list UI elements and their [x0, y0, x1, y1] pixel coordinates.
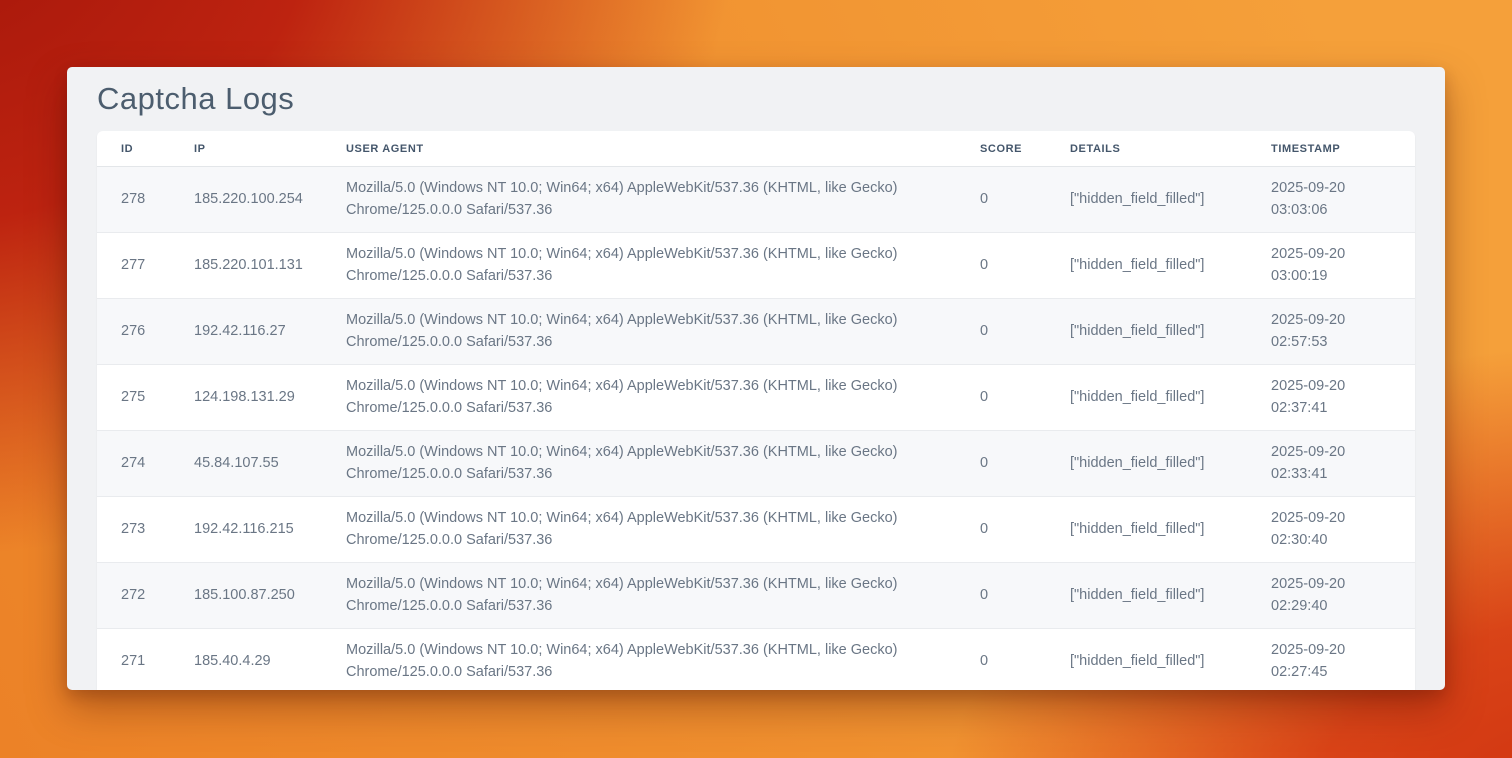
cell-timestamp: 2025-09-2003:03:06 — [1247, 167, 1415, 233]
cell-ip: 185.40.4.29 — [170, 629, 322, 691]
cell-timestamp: 2025-09-2003:00:19 — [1247, 233, 1415, 299]
cell-timestamp: 2025-09-2002:30:40 — [1247, 497, 1415, 563]
column-header-details: DETAILS — [1046, 131, 1247, 167]
cell-user-agent: Mozilla/5.0 (Windows NT 10.0; Win64; x64… — [322, 167, 956, 233]
table-row: 272185.100.87.250Mozilla/5.0 (Windows NT… — [97, 563, 1415, 629]
table-row: 273192.42.116.215Mozilla/5.0 (Windows NT… — [97, 497, 1415, 563]
cell-ip: 185.100.87.250 — [170, 563, 322, 629]
captcha-logs-card: Captcha Logs ID IP USER AGENT SCORE DETA… — [67, 67, 1445, 690]
cell-id: 273 — [97, 497, 170, 563]
table-row: 271185.40.4.29Mozilla/5.0 (Windows NT 10… — [97, 629, 1415, 691]
cell-id: 277 — [97, 233, 170, 299]
table-body: 278185.220.100.254Mozilla/5.0 (Windows N… — [97, 167, 1415, 691]
cell-score: 0 — [956, 563, 1046, 629]
cell-details: ["hidden_field_filled"] — [1046, 233, 1247, 299]
cell-score: 0 — [956, 365, 1046, 431]
cell-id: 271 — [97, 629, 170, 691]
cell-user-agent: Mozilla/5.0 (Windows NT 10.0; Win64; x64… — [322, 563, 956, 629]
cell-ip: 192.42.116.27 — [170, 299, 322, 365]
cell-details: ["hidden_field_filled"] — [1046, 365, 1247, 431]
cell-id: 278 — [97, 167, 170, 233]
page-title: Captcha Logs — [97, 83, 1415, 115]
column-header-timestamp: TIMESTAMP — [1247, 131, 1415, 167]
cell-score: 0 — [956, 629, 1046, 691]
cell-user-agent: Mozilla/5.0 (Windows NT 10.0; Win64; x64… — [322, 431, 956, 497]
cell-details: ["hidden_field_filled"] — [1046, 299, 1247, 365]
table-row: 275124.198.131.29Mozilla/5.0 (Windows NT… — [97, 365, 1415, 431]
cell-details: ["hidden_field_filled"] — [1046, 629, 1247, 691]
cell-user-agent: Mozilla/5.0 (Windows NT 10.0; Win64; x64… — [322, 629, 956, 691]
cell-details: ["hidden_field_filled"] — [1046, 167, 1247, 233]
cell-ip: 185.220.101.131 — [170, 233, 322, 299]
cell-score: 0 — [956, 497, 1046, 563]
captcha-logs-table: ID IP USER AGENT SCORE DETAILS TIMESTAMP… — [97, 131, 1415, 690]
column-header-user-agent: USER AGENT — [322, 131, 956, 167]
cell-timestamp: 2025-09-2002:33:41 — [1247, 431, 1415, 497]
cell-details: ["hidden_field_filled"] — [1046, 563, 1247, 629]
cell-ip: 185.220.100.254 — [170, 167, 322, 233]
cell-id: 275 — [97, 365, 170, 431]
cell-details: ["hidden_field_filled"] — [1046, 497, 1247, 563]
cell-details: ["hidden_field_filled"] — [1046, 431, 1247, 497]
cell-user-agent: Mozilla/5.0 (Windows NT 10.0; Win64; x64… — [322, 497, 956, 563]
cell-ip: 192.42.116.215 — [170, 497, 322, 563]
column-header-ip: IP — [170, 131, 322, 167]
cell-user-agent: Mozilla/5.0 (Windows NT 10.0; Win64; x64… — [322, 233, 956, 299]
cell-timestamp: 2025-09-2002:57:53 — [1247, 299, 1415, 365]
cell-score: 0 — [956, 299, 1046, 365]
cell-timestamp: 2025-09-2002:29:40 — [1247, 563, 1415, 629]
cell-id: 276 — [97, 299, 170, 365]
cell-user-agent: Mozilla/5.0 (Windows NT 10.0; Win64; x64… — [322, 299, 956, 365]
cell-ip: 124.198.131.29 — [170, 365, 322, 431]
table-header-row: ID IP USER AGENT SCORE DETAILS TIMESTAMP — [97, 131, 1415, 167]
column-header-id: ID — [97, 131, 170, 167]
cell-user-agent: Mozilla/5.0 (Windows NT 10.0; Win64; x64… — [322, 365, 956, 431]
table-row: 278185.220.100.254Mozilla/5.0 (Windows N… — [97, 167, 1415, 233]
column-header-score: SCORE — [956, 131, 1046, 167]
captcha-logs-table-panel: ID IP USER AGENT SCORE DETAILS TIMESTAMP… — [97, 131, 1415, 690]
cell-id: 272 — [97, 563, 170, 629]
cell-id: 274 — [97, 431, 170, 497]
cell-score: 0 — [956, 233, 1046, 299]
table-row: 27445.84.107.55Mozilla/5.0 (Windows NT 1… — [97, 431, 1415, 497]
cell-ip: 45.84.107.55 — [170, 431, 322, 497]
table-row: 277185.220.101.131Mozilla/5.0 (Windows N… — [97, 233, 1415, 299]
cell-score: 0 — [956, 167, 1046, 233]
cell-score: 0 — [956, 431, 1046, 497]
table-row: 276192.42.116.27Mozilla/5.0 (Windows NT … — [97, 299, 1415, 365]
cell-timestamp: 2025-09-2002:27:45 — [1247, 629, 1415, 691]
cell-timestamp: 2025-09-2002:37:41 — [1247, 365, 1415, 431]
